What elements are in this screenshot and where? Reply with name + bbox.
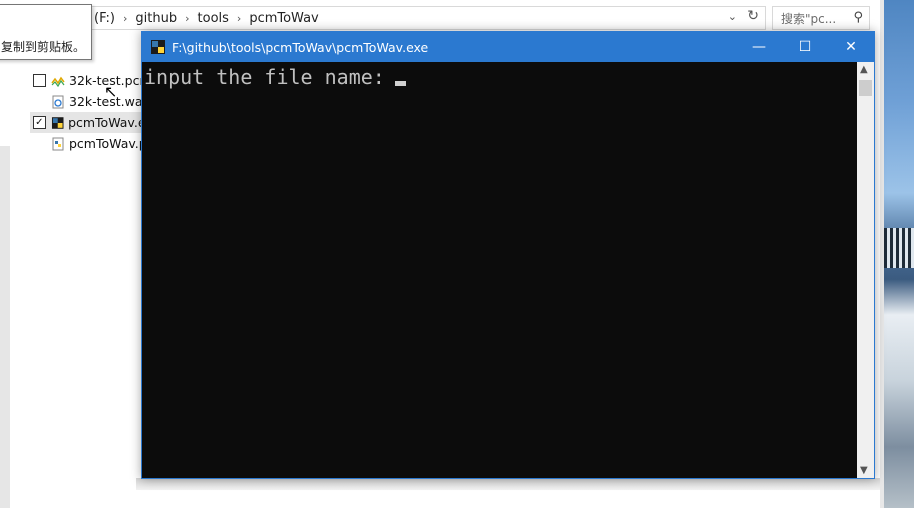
close-button[interactable]: ✕: [828, 32, 874, 62]
chevron-right-icon: ›: [123, 11, 128, 25]
breadcrumb-drive[interactable]: (F:): [94, 11, 115, 26]
window-shadow: [136, 478, 880, 490]
console-prompt: input the file name:: [144, 65, 397, 89]
chevron-right-icon: ›: [236, 11, 242, 25]
search-input[interactable]: 搜索"pc... ⚲: [772, 6, 870, 30]
console-window[interactable]: F:\github\tools\pcmToWav\pcmToWav.exe — …: [141, 31, 875, 479]
mouse-cursor-icon: ↖: [104, 82, 118, 101]
breadcrumb-tools[interactable]: tools: [198, 11, 229, 26]
window-title: F:\github\tools\pcmToWav\pcmToWav.exe: [172, 40, 429, 55]
python-exe-icon: [151, 40, 165, 54]
chevron-down-icon[interactable]: ▼: [860, 465, 868, 476]
checkbox[interactable]: [33, 74, 46, 87]
window-border: [880, 0, 884, 508]
chevron-up-icon[interactable]: ▲: [860, 64, 868, 75]
search-placeholder: 搜索"pc...: [781, 11, 837, 26]
scrollbar-thumb[interactable]: [859, 80, 872, 96]
pcm-audio-icon: [51, 76, 65, 87]
vertical-scrollbar[interactable]: ▲ ▼: [857, 62, 874, 478]
text-cursor: [395, 81, 406, 86]
chevron-right-icon: ›: [185, 11, 190, 25]
tooltip-text: 复制到剪贴板。: [1, 40, 86, 54]
navigation-pane: [0, 146, 10, 508]
console-titlebar[interactable]: F:\github\tools\pcmToWav\pcmToWav.exe — …: [142, 32, 874, 62]
console-output[interactable]: input the file name:: [142, 62, 857, 478]
search-icon[interactable]: ⚲: [853, 10, 863, 25]
breadcrumb-github[interactable]: github: [135, 11, 177, 26]
minimize-button[interactable]: —: [736, 32, 782, 62]
refresh-icon[interactable]: ↻: [747, 8, 759, 24]
tooltip: 复制到剪贴板。: [0, 4, 92, 60]
maximize-button[interactable]: ☐: [782, 32, 828, 62]
address-bar[interactable]: (F:) › github › tools › pcmToWav ⌄ ↻: [88, 6, 766, 30]
chevron-down-icon[interactable]: ⌄: [728, 10, 737, 23]
wallpaper-detail: [884, 228, 914, 268]
python-exe-icon: [51, 116, 64, 129]
wav-file-icon: [52, 95, 64, 108]
checkbox[interactable]: ✓: [33, 116, 46, 129]
breadcrumb-pcmtowav[interactable]: pcmToWav: [249, 11, 318, 26]
python-file-icon: [52, 137, 64, 150]
breadcrumb: (F:) › github › tools › pcmToWav: [94, 11, 319, 26]
